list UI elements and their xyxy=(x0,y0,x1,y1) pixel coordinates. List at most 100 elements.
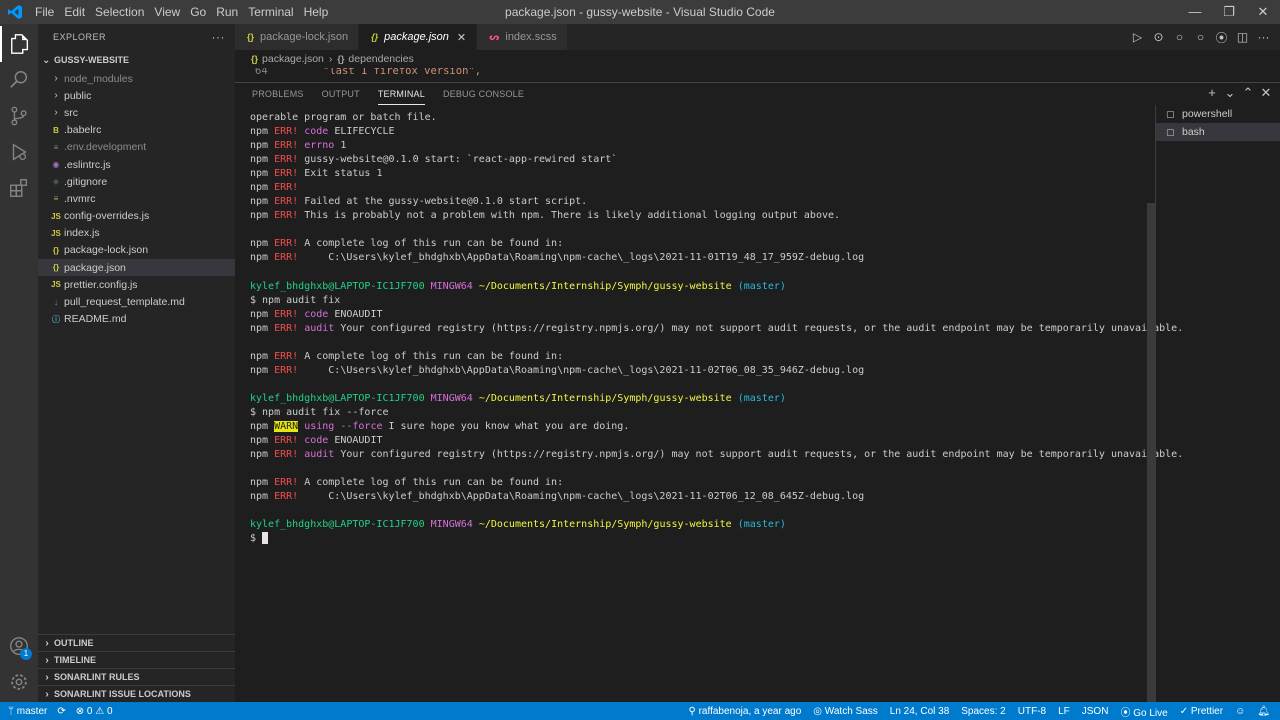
problems-status[interactable]: ⊗ 0 ⚠ 0 xyxy=(76,706,113,717)
breadcrumb-node[interactable]: dependencies xyxy=(348,53,413,65)
tab-label: package.json xyxy=(384,31,449,43)
section-outline[interactable]: › OUTLINE xyxy=(38,634,235,651)
workspace-root[interactable]: ⌄ GUSSY-WEBSITE xyxy=(38,50,235,70)
terminal-text: (master) xyxy=(737,519,786,531)
breadcrumb-file[interactable]: package.json xyxy=(262,53,324,65)
go-back-icon[interactable]: ⊙ xyxy=(1152,30,1165,44)
maximize-icon[interactable]: ❐ xyxy=(1212,0,1246,24)
more-editor-actions-icon[interactable]: ··· xyxy=(1257,30,1270,44)
prettier-status[interactable]: ✓ Prettier xyxy=(1180,706,1223,717)
tree-file[interactable]: JS prettier.config.js xyxy=(38,276,235,293)
tree-file[interactable]: ↓ pull_request_template.md xyxy=(38,293,235,310)
terminal-line: npm ERR! A complete log of this run can … xyxy=(250,476,1150,490)
cursor-position-status[interactable]: Ln 24, Col 38 xyxy=(890,706,950,717)
section-sonarlint-rules[interactable]: › SONARLINT RULES xyxy=(38,668,235,685)
tab-package-lock-json[interactable]: {} package-lock.json xyxy=(235,24,360,50)
language-status[interactable]: JSON xyxy=(1082,706,1109,717)
terminal-text: npm xyxy=(250,421,275,433)
terminal-text: Your configured registry (https://regist… xyxy=(334,322,1184,334)
tree-item-label: node_modules xyxy=(64,72,133,85)
watch-sass-status[interactable]: ◎ Watch Sass xyxy=(813,706,878,717)
git-blame-status[interactable]: ⚲ raffabenoja, a year ago xyxy=(688,706,801,717)
explorer-icon[interactable] xyxy=(0,26,38,62)
menu-go[interactable]: Go xyxy=(185,0,211,24)
terminal-list: ▢ powershell ▢ bash xyxy=(1155,105,1280,703)
panel-tab-problems[interactable]: PROBLEMS xyxy=(252,83,304,105)
toggle-icon[interactable]: ⦿ xyxy=(1215,29,1228,46)
tree-file[interactable]: ⓘ README.md xyxy=(38,311,235,328)
account-icon[interactable]: 1 xyxy=(0,628,38,664)
file-type-icon: {} xyxy=(247,32,255,42)
sync-icon[interactable]: ⟳ xyxy=(57,706,65,717)
feedback-icon[interactable]: ☺ xyxy=(1235,706,1245,717)
terminal-line: npm ERR! A complete log of this run can … xyxy=(250,350,1150,364)
tree-item-label: pull_request_template.md xyxy=(64,296,185,309)
terminal-instance-powershell[interactable]: ▢ powershell xyxy=(1156,105,1280,123)
split-editor-icon[interactable]: ◫ xyxy=(1236,30,1249,44)
tree-file[interactable]: ≡ .nvmrc xyxy=(38,190,235,207)
terminal-text: Failed at the gussy-website@0.1.0 start … xyxy=(298,196,588,208)
prev-change-icon[interactable]: ○ xyxy=(1173,30,1186,44)
chevron-right-icon: › xyxy=(45,654,49,666)
close-window-icon[interactable]: ✕ xyxy=(1246,0,1280,24)
tree-file[interactable]: {} package.json xyxy=(38,259,235,277)
terminal-line: npm ERR! Exit status 1 xyxy=(250,167,1150,181)
section-sonarlint-issue-locations[interactable]: › SONARLINT ISSUE LOCATIONS xyxy=(38,685,235,702)
notifications-icon[interactable]: 🔔︎ xyxy=(1257,706,1270,717)
indentation-status[interactable]: Spaces: 2 xyxy=(961,706,1005,717)
tree-file[interactable]: JS index.js xyxy=(38,225,235,242)
tree-folder[interactable]: › node_modules xyxy=(38,70,235,87)
minimize-icon[interactable]: — xyxy=(1178,0,1212,24)
search-icon[interactable] xyxy=(0,62,38,98)
menu-view[interactable]: View xyxy=(149,0,185,24)
eol-status[interactable]: LF xyxy=(1058,706,1070,717)
close-tab-icon[interactable]: ✕ xyxy=(457,31,466,44)
terminal-instance-bash[interactable]: ▢ bash xyxy=(1156,123,1280,141)
branch-status[interactable]: ᛘ master xyxy=(8,706,47,717)
menu-edit[interactable]: Edit xyxy=(59,0,90,24)
terminal-scrollbar[interactable] xyxy=(1147,203,1155,703)
next-change-icon[interactable]: ○ xyxy=(1194,30,1207,44)
menu-run[interactable]: Run xyxy=(211,0,243,24)
tab-index-scss[interactable]: ᔕ index.scss xyxy=(477,24,568,50)
extensions-icon[interactable] xyxy=(0,170,38,206)
menu-selection[interactable]: Selection xyxy=(90,0,149,24)
tree-file[interactable]: JS config-overrides.js xyxy=(38,208,235,225)
run-icon[interactable]: ▷ xyxy=(1131,30,1144,44)
status-bar: ᛘ master ⟳ ⊗ 0 ⚠ 0 ⚲ raffabenoja, a year… xyxy=(0,702,1280,720)
breadcrumb-separator: › xyxy=(328,53,333,65)
panel-tab-terminal[interactable]: TERMINAL xyxy=(377,83,425,105)
menu-terminal[interactable]: Terminal xyxy=(243,0,298,24)
section-timeline[interactable]: › TIMELINE xyxy=(38,651,235,668)
terminal-text: 1 xyxy=(334,140,347,152)
tree-folder[interactable]: › src xyxy=(38,104,235,121)
tree-item-label: .nvmrc xyxy=(64,192,96,205)
panel-tab-output[interactable]: OUTPUT xyxy=(322,83,360,105)
maximize-panel-icon[interactable]: ⌃ xyxy=(1242,85,1254,101)
source-control-icon[interactable] xyxy=(0,98,38,134)
encoding-status[interactable]: UTF-8 xyxy=(1018,706,1046,717)
more-actions-icon[interactable]: ··· xyxy=(212,30,226,44)
account-badge: 1 xyxy=(20,648,32,660)
terminal-line: npm ERR! audit Your configured registry … xyxy=(250,448,1183,462)
editor-code-line[interactable]: 64 "last 1 firefox version", xyxy=(235,68,1280,80)
tree-file[interactable]: ≡ .env.development xyxy=(38,139,235,156)
terminal-output[interactable]: operable program or batch file. npm ERR! … xyxy=(250,111,1183,546)
new-terminal-icon[interactable]: + xyxy=(1206,85,1218,101)
gear-icon[interactable] xyxy=(0,664,38,700)
run-debug-icon[interactable] xyxy=(0,134,38,170)
go-live-status[interactable]: ⦿ Go Live xyxy=(1120,704,1167,719)
terminal-line: npm ERR! audit Your configured registry … xyxy=(250,322,1183,336)
tree-file[interactable]: ◆ .gitignore xyxy=(38,173,235,190)
tab-package-json[interactable]: {} package.json ✕ xyxy=(359,24,478,50)
tree-file[interactable]: {} package-lock.json xyxy=(38,242,235,259)
menu-file[interactable]: File xyxy=(30,0,59,24)
tree-file[interactable]: B .babelrc xyxy=(38,122,235,139)
panel-tab-debug-console[interactable]: DEBUG CONSOLE xyxy=(443,83,524,105)
menu-help[interactable]: Help xyxy=(299,0,334,24)
close-panel-icon[interactable]: ✕ xyxy=(1260,85,1272,101)
tree-file[interactable]: ◉ .eslintrc.js xyxy=(38,156,235,173)
terminal-dropdown-icon[interactable]: ⌄ xyxy=(1224,85,1236,101)
terminal-text: ENOAUDIT xyxy=(328,435,383,447)
tree-folder[interactable]: › public xyxy=(38,87,235,104)
